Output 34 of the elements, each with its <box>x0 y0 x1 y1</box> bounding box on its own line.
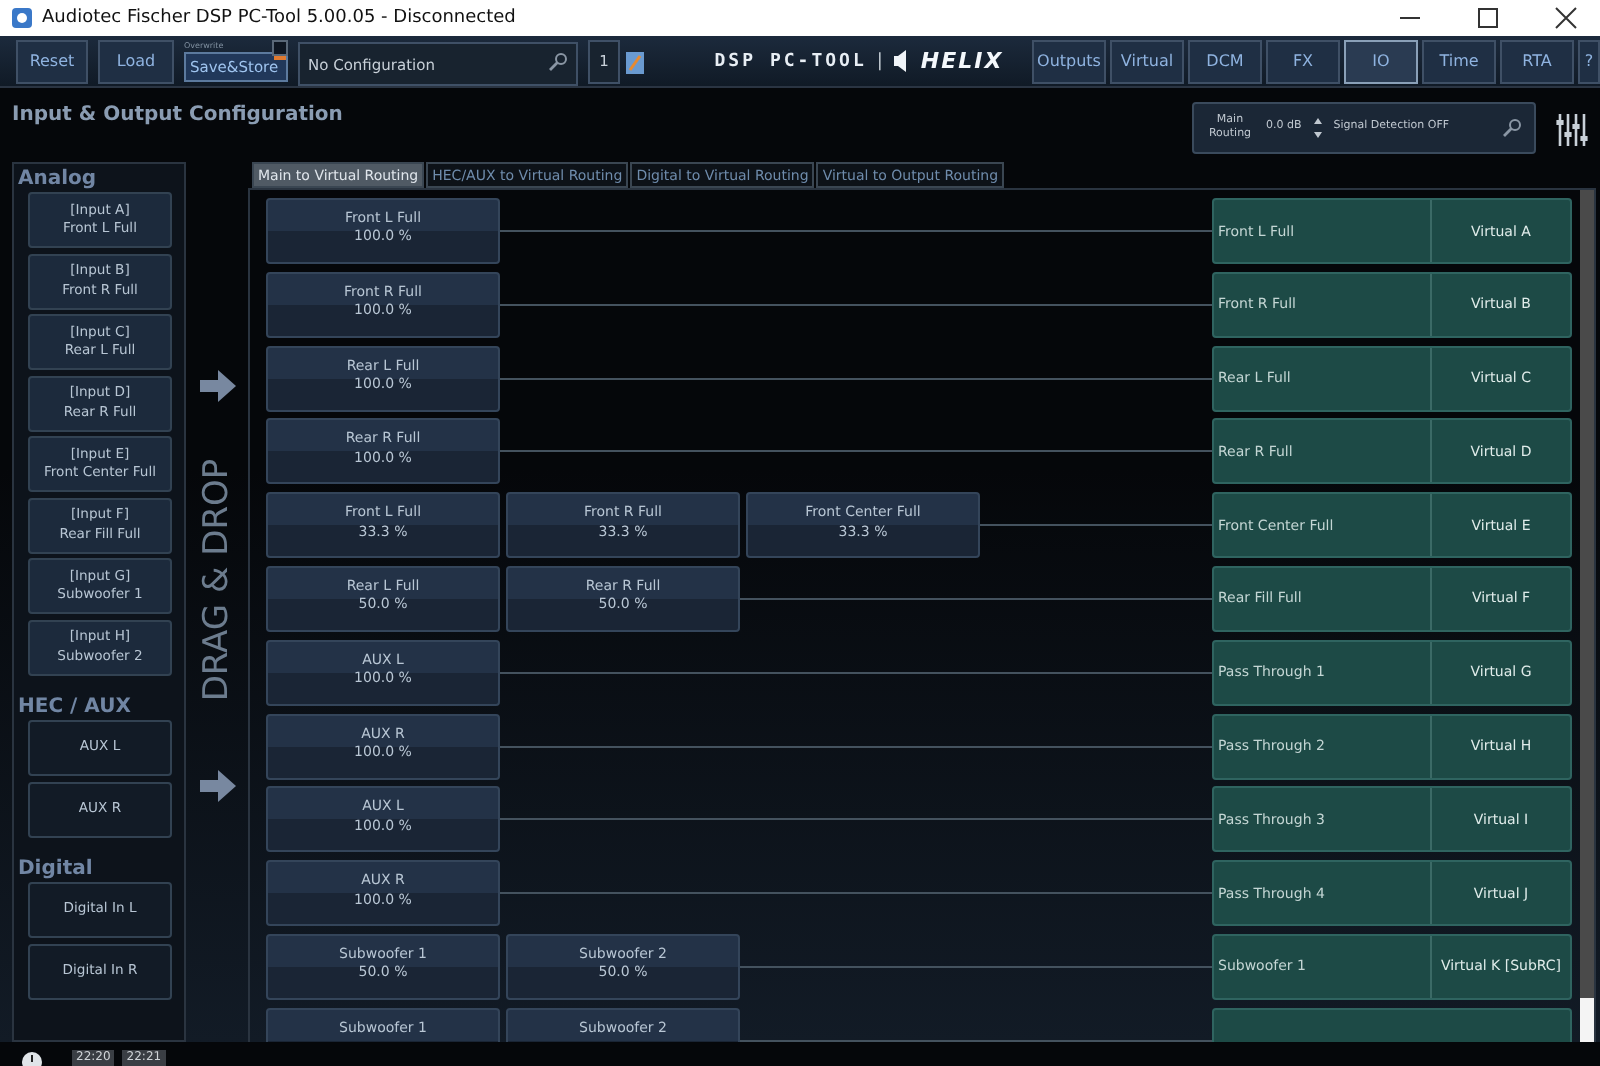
maximize-icon[interactable] <box>1476 6 1500 30</box>
nav-tab[interactable]: Time <box>1422 39 1496 83</box>
logo-separator: | <box>876 51 883 71</box>
brand-name: HELIX <box>920 48 1004 74</box>
group-heading: Digital <box>18 858 95 880</box>
status-indicator <box>274 55 286 59</box>
nav-tab[interactable]: FX <box>1266 39 1340 83</box>
arrow-icon <box>199 370 235 402</box>
nav-tab[interactable]: Virtual <box>1110 39 1184 83</box>
window-title: Audiotec Fischer DSP PC-Tool 5.00.05 - Disconnected <box>42 8 518 28</box>
overwrite-checkbox[interactable] <box>272 39 288 55</box>
drag-drop-hint: DRAG & DROP <box>197 458 237 702</box>
spinner-icon[interactable] <box>1313 118 1322 138</box>
toolbar-button[interactable]: Reset <box>16 39 88 83</box>
nav-tab[interactable]: IO <box>1344 39 1418 83</box>
nav-tab[interactable]: DCM <box>1188 39 1262 83</box>
mixer-icon[interactable] <box>1556 112 1588 148</box>
scroll-thumb[interactable] <box>1580 998 1594 1042</box>
scrollbar[interactable] <box>1580 190 1594 1042</box>
nav-tab[interactable]: Outputs <box>1032 39 1106 83</box>
speaker-icon <box>892 50 911 72</box>
nav-tab[interactable]: RTA <box>1500 39 1574 83</box>
nav-tab[interactable]: ? <box>1578 39 1600 83</box>
arrow-icon <box>199 770 235 802</box>
search-icon[interactable] <box>1502 118 1522 138</box>
logo-text: DSP PC-TOOL <box>714 51 867 71</box>
page-title: Input & Output Configuration <box>12 104 345 126</box>
search-icon[interactable] <box>548 51 568 71</box>
clock-icon <box>20 1048 44 1066</box>
close-icon[interactable] <box>1554 6 1578 30</box>
app-icon <box>12 8 32 28</box>
group-heading: Analog <box>18 168 99 190</box>
toolbar-button[interactable]: Load <box>98 39 174 83</box>
group-heading: HEC / AUX <box>18 696 133 718</box>
